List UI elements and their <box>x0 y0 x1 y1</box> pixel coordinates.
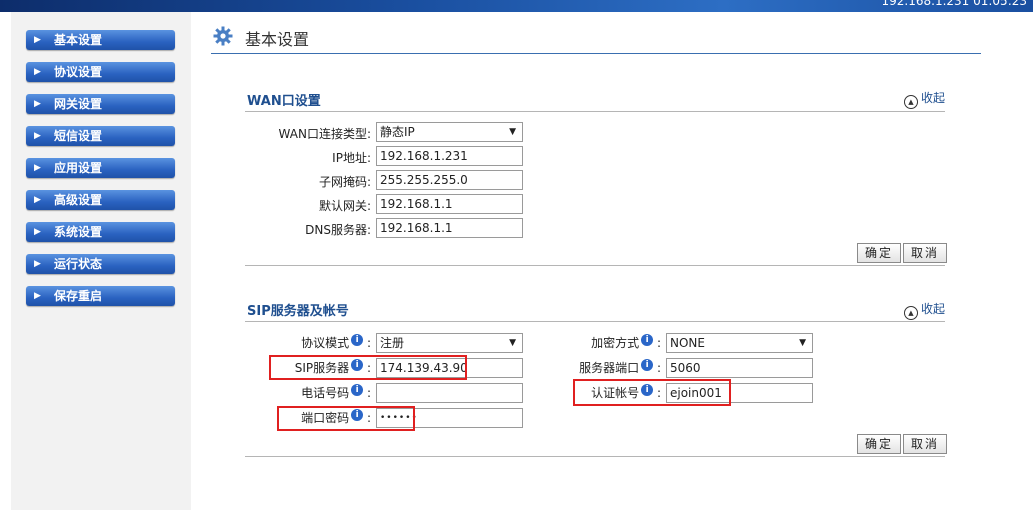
wan-section-divider <box>245 111 945 112</box>
label-text: 加密方式 <box>591 336 640 350</box>
ip-label: IP地址: <box>332 151 371 165</box>
sidebar-item-label: 应用设置 <box>54 161 103 175</box>
sidebar-item-label: 短信设置 <box>54 129 103 143</box>
sidebar-item-gateway-settings[interactable]: ▶ 网关设置 <box>26 94 175 114</box>
wan-type-select[interactable]: 静态IP ▼ <box>376 122 523 142</box>
colon-text: : <box>656 361 661 375</box>
sip-collapse-button[interactable]: ▲ 收起 <box>903 300 945 320</box>
select-value: NONE <box>670 336 705 350</box>
protocol-mode-label: 协议模式 i : <box>251 334 371 351</box>
sidebar-item-label: 基本设置 <box>54 33 103 47</box>
info-icon[interactable]: i <box>351 384 364 396</box>
protocol-mode-select[interactable]: 注册 ▼ <box>376 333 523 353</box>
sidebar-item-protocol-settings[interactable]: ▶ 协议设置 <box>26 62 175 82</box>
sip-section-bottom <box>245 456 945 457</box>
sidebar-item-system-settings[interactable]: ▶ 系统设置 <box>26 222 175 242</box>
dropdown-arrow-icon: ▼ <box>509 127 516 137</box>
collapse-label: 收起 <box>920 302 945 316</box>
sidebar-item-save-restart[interactable]: ▶ 保存重启 <box>26 286 175 306</box>
sidebar-item-sms-settings[interactable]: ▶ 短信设置 <box>26 126 175 146</box>
ip-time-text: 192.168.1.231 01:05:23 <box>881 0 1028 8</box>
phone-number-label: 电话号码 i : <box>251 384 371 401</box>
wan-type-label: WAN口连接类型: <box>278 127 371 141</box>
sidebar-item-label: 协议设置 <box>54 65 103 79</box>
gateway-input[interactable]: 192.168.1.1 <box>376 194 523 214</box>
highlight-sip-server <box>269 355 467 380</box>
chevron-right-icon: ▶ <box>34 195 41 205</box>
dropdown-arrow-icon: ▼ <box>799 338 806 348</box>
mask-label: 子网掩码: <box>318 175 371 189</box>
encryption-label: 加密方式 i : <box>536 334 661 351</box>
wan-section-title: WAN口设置 <box>247 94 321 109</box>
select-value: 注册 <box>380 336 405 350</box>
gateway-label: 默认网关: <box>318 199 371 213</box>
colon-text: : <box>656 336 661 350</box>
server-port-label: 服务器端口 i : <box>536 359 661 376</box>
encryption-select[interactable]: NONE ▼ <box>666 333 813 353</box>
wan-collapse-button[interactable]: ▲ 收起 <box>903 89 945 109</box>
chevron-up-icon: ▲ <box>903 306 918 320</box>
chevron-right-icon: ▶ <box>34 67 41 77</box>
dropdown-arrow-icon: ▼ <box>509 338 516 348</box>
sidebar-item-label: 运行状态 <box>54 257 103 271</box>
sidebar-item-label: 网关设置 <box>54 97 103 111</box>
wan-section-bottom <box>245 265 945 266</box>
page-title: 基本设置 <box>245 30 310 49</box>
sip-section-divider <box>245 321 945 322</box>
info-icon[interactable]: i <box>641 334 654 346</box>
sip-cancel-button[interactable]: 取消 <box>903 434 947 454</box>
sidebar: ▶ 基本设置 ▶ 协议设置 ▶ 网关设置 ▶ 短信设置 ▶ 应用设置 ▶ 高级设置 ▶ 系统设… <box>11 12 191 510</box>
server-port-input[interactable]: 5060 <box>666 358 813 378</box>
mask-input[interactable]: 255.255.255.0 <box>376 170 523 190</box>
chevron-up-icon: ▲ <box>903 95 918 109</box>
sidebar-item-label: 系统设置 <box>54 225 103 239</box>
info-icon[interactable]: i <box>641 359 654 371</box>
sidebar-item-app-settings[interactable]: ▶ 应用设置 <box>26 158 175 178</box>
wan-cancel-button[interactable]: 取消 <box>903 243 947 263</box>
colon-text: : <box>366 386 371 400</box>
highlight-port-password <box>277 406 415 431</box>
chevron-right-icon: ▶ <box>34 259 41 269</box>
top-banner: 192.168.1.231 01:05:23 <box>0 0 1033 12</box>
collapse-label: 收起 <box>920 91 945 105</box>
label-text: 协议模式 <box>301 336 350 350</box>
dns-label: DNS服务器: <box>305 223 371 237</box>
main-content: 基本设置 WAN口设置 ▲ 收起 WAN口连接类型: 静态IP ▼ IP地址: 19… <box>191 12 1033 510</box>
chevron-right-icon: ▶ <box>34 291 41 301</box>
sidebar-item-advanced-settings[interactable]: ▶ 高级设置 <box>26 190 175 210</box>
wan-ok-button[interactable]: 确定 <box>857 243 901 263</box>
label-text: 电话号码 <box>301 386 350 400</box>
label-text: 服务器端口 <box>579 361 640 375</box>
sidebar-item-basic-settings[interactable]: ▶ 基本设置 <box>26 30 175 50</box>
select-value: 静态IP <box>380 125 415 139</box>
sip-ok-button[interactable]: 确定 <box>857 434 901 454</box>
sidebar-item-run-status[interactable]: ▶ 运行状态 <box>26 254 175 274</box>
ip-input[interactable]: 192.168.1.231 <box>376 146 523 166</box>
header-divider <box>211 53 981 54</box>
phone-number-input[interactable] <box>376 383 523 403</box>
gear-icon <box>213 26 233 46</box>
chevron-right-icon: ▶ <box>34 227 41 237</box>
info-icon[interactable]: i <box>351 334 364 346</box>
colon-text: : <box>366 336 371 350</box>
sidebar-item-label: 保存重启 <box>54 289 103 303</box>
highlight-auth-account <box>573 379 731 406</box>
dns-input[interactable]: 192.168.1.1 <box>376 218 523 238</box>
sidebar-item-label: 高级设置 <box>54 193 103 207</box>
chevron-right-icon: ▶ <box>34 131 41 141</box>
chevron-right-icon: ▶ <box>34 99 41 109</box>
sip-section-title: SIP服务器及帐号 <box>247 304 349 319</box>
chevron-right-icon: ▶ <box>34 163 41 173</box>
chevron-right-icon: ▶ <box>34 35 41 45</box>
